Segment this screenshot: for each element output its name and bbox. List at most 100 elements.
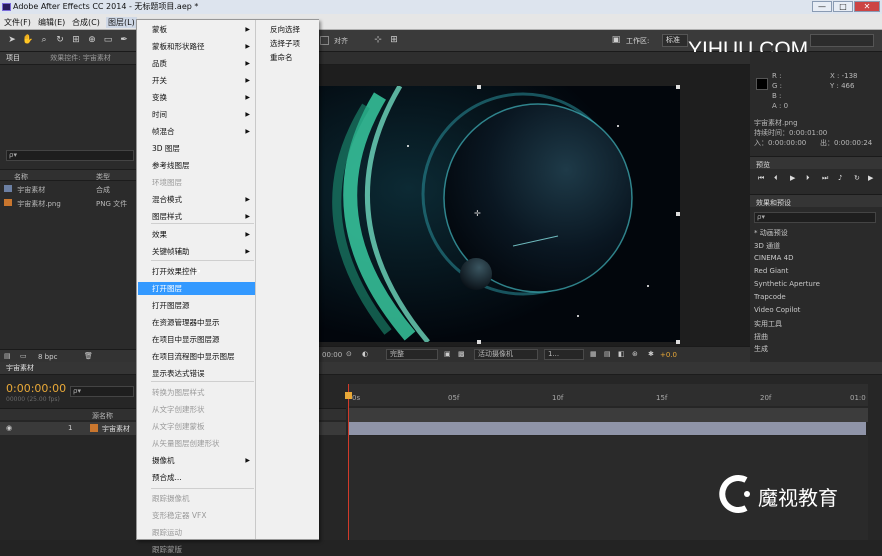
color-channel-icon[interactable]: ◐ bbox=[362, 350, 368, 358]
effects-category[interactable]: Red Giant bbox=[754, 267, 788, 275]
menu-item[interactable]: 关键帧辅助 ▶ bbox=[138, 245, 255, 258]
next-frame-icon[interactable]: ⏵ bbox=[806, 174, 810, 183]
flowchart-icon[interactable]: ⊛ bbox=[632, 350, 638, 358]
play-icon[interactable]: ▶ bbox=[790, 174, 795, 182]
menu-item-rename[interactable]: 重命名 bbox=[270, 51, 293, 64]
tab-composition[interactable]: 宇宙素材 bbox=[0, 364, 34, 372]
menu-item[interactable]: 品质 ▶ bbox=[138, 57, 255, 70]
pen-tool-icon[interactable]: ✒ bbox=[118, 34, 130, 46]
first-frame-icon[interactable]: ⏮ bbox=[758, 174, 764, 183]
menu-item[interactable]: 显示表达式错误 bbox=[138, 367, 255, 380]
anchor-point-icon[interactable]: ✛ bbox=[474, 209, 481, 218]
current-time-indicator[interactable] bbox=[348, 384, 349, 540]
effects-category[interactable]: CINEMA 4D bbox=[754, 254, 794, 262]
zoom-tool-icon[interactable]: ⌕ bbox=[38, 34, 50, 46]
snap-grid-icon[interactable]: ⊞ bbox=[388, 34, 400, 46]
transform-handle[interactable] bbox=[676, 212, 680, 216]
audio-icon[interactable]: ♪ bbox=[838, 174, 842, 182]
workspace-select[interactable]: 标准 bbox=[662, 34, 688, 47]
menu-item[interactable]: 摄像机 ▶ bbox=[138, 454, 255, 467]
menu-item[interactable]: 打开图层源 bbox=[138, 299, 255, 312]
menu-item[interactable]: 蒙板 ▶ bbox=[138, 23, 255, 36]
monitor-icon[interactable]: ▣ bbox=[610, 34, 622, 46]
exposure-value[interactable]: +0.0 bbox=[660, 351, 677, 359]
close-button[interactable]: ✕ bbox=[854, 1, 880, 12]
layer-name[interactable]: 宇宙素材 bbox=[102, 424, 130, 434]
menu-item[interactable]: 预合成... bbox=[138, 471, 255, 484]
view-layout-select[interactable]: 1... bbox=[544, 349, 584, 360]
menu-layer[interactable]: 图层(L) bbox=[106, 17, 137, 28]
menu-item[interactable]: 效果 ▶ bbox=[138, 228, 255, 241]
column-name[interactable]: 名称 bbox=[14, 172, 28, 182]
camera-select[interactable]: 活动摄像机 bbox=[474, 349, 538, 360]
time-ruler[interactable]: 0s 05f 10f 15f 20f 01:0 bbox=[348, 384, 868, 406]
transform-handle[interactable] bbox=[676, 85, 680, 89]
list-item[interactable]: 宇宙素材.png bbox=[4, 199, 61, 209]
snap-options-icon[interactable]: ⊹ bbox=[372, 34, 384, 46]
rotate-tool-icon[interactable]: ↻ bbox=[54, 34, 66, 46]
tab-effect-controls[interactable]: 效果控件: 宇宙素材 bbox=[22, 54, 111, 62]
source-name-column[interactable]: 源名称 bbox=[92, 411, 113, 421]
current-time-display[interactable]: 0:00:00:00 bbox=[6, 382, 66, 395]
minimize-button[interactable]: — bbox=[812, 1, 832, 12]
exposure-reset-icon[interactable]: ✱ bbox=[648, 350, 654, 358]
loop-icon[interactable]: ↻ bbox=[854, 174, 860, 182]
resolution-select[interactable]: 完整 bbox=[386, 349, 438, 360]
menu-file[interactable]: 文件(F) bbox=[4, 17, 31, 28]
new-folder-icon[interactable]: ▭ bbox=[20, 352, 27, 360]
selection-tool-icon[interactable]: ➤ bbox=[6, 34, 18, 46]
menu-item[interactable]: 时间 ▶ bbox=[138, 108, 255, 121]
bit-depth-label[interactable]: 8 bpc bbox=[38, 353, 57, 361]
effects-category[interactable]: 实用工具 bbox=[754, 319, 782, 329]
tab-project[interactable]: 项目 bbox=[0, 54, 20, 62]
effects-category[interactable]: 3D 通道 bbox=[754, 241, 780, 251]
timeline-search-input[interactable]: ρ▾ bbox=[70, 386, 134, 397]
effects-category[interactable]: 生成 bbox=[754, 344, 768, 354]
list-item[interactable]: 宇宙素材 bbox=[4, 185, 45, 195]
playhead-handle[interactable] bbox=[345, 392, 352, 399]
timeline-icon[interactable]: ◧ bbox=[618, 350, 625, 358]
snap-checkbox[interactable] bbox=[320, 36, 329, 45]
maximize-button[interactable]: □ bbox=[833, 1, 853, 12]
interpret-footage-icon[interactable]: ▤ bbox=[4, 352, 11, 360]
menu-composition[interactable]: 合成(C) bbox=[72, 17, 100, 28]
project-search-input[interactable]: ρ▾ bbox=[6, 150, 134, 161]
menu-item-invert-selection[interactable]: 反向选择 bbox=[270, 23, 300, 36]
menu-item[interactable]: 帧混合 ▶ bbox=[138, 125, 255, 138]
menu-item[interactable]: 变换 ▶ bbox=[138, 91, 255, 104]
effects-category[interactable]: 扭曲 bbox=[754, 332, 768, 342]
tab-preview[interactable]: 预览 bbox=[756, 160, 770, 170]
menu-item-select-children[interactable]: 选择子项 bbox=[270, 37, 300, 50]
rectangle-tool-icon[interactable]: ▭ bbox=[102, 34, 114, 46]
menu-edit[interactable]: 编辑(E) bbox=[38, 17, 65, 28]
effects-category[interactable]: Trapcode bbox=[754, 293, 786, 301]
snapshot-icon[interactable]: ⊙ bbox=[346, 350, 352, 358]
layer-duration-bar[interactable] bbox=[348, 422, 866, 435]
tab-effects-presets[interactable]: 效果和预设 bbox=[756, 198, 791, 208]
menu-item[interactable]: 在项目流程图中显示图层 bbox=[138, 350, 255, 363]
effects-category[interactable]: Video Copilot bbox=[754, 306, 800, 314]
prev-frame-icon[interactable]: ⏴ bbox=[774, 174, 778, 183]
transform-handle[interactable] bbox=[477, 340, 481, 344]
effects-category[interactable]: * 动画预设 bbox=[754, 228, 788, 238]
hand-tool-icon[interactable]: ✋ bbox=[22, 34, 34, 46]
menu-item[interactable]: 开关 ▶ bbox=[138, 74, 255, 87]
timecode-display[interactable]: 00:00 bbox=[322, 351, 342, 359]
menu-item[interactable]: 图层样式 ▶ bbox=[138, 210, 255, 223]
transform-handle[interactable] bbox=[676, 340, 680, 344]
effects-category[interactable]: Synthetic Aperture bbox=[754, 280, 820, 288]
menu-item[interactable]: 蒙板和形状路径 ▶ bbox=[138, 40, 255, 53]
menu-item[interactable]: 参考线图层 bbox=[138, 159, 255, 172]
last-frame-icon[interactable]: ⏭ bbox=[822, 174, 828, 183]
work-area-bar[interactable] bbox=[348, 408, 868, 422]
menu-item[interactable]: 在资源管理器中显示 bbox=[138, 316, 255, 329]
menu-item[interactable]: 打开图层 bbox=[138, 282, 255, 295]
fast-preview-icon[interactable]: ▤ bbox=[604, 350, 611, 358]
camera-tool-icon[interactable]: ⊞ bbox=[70, 34, 82, 46]
menu-item[interactable]: 混合模式 ▶ bbox=[138, 193, 255, 206]
composition-viewer[interactable] bbox=[318, 86, 680, 342]
menu-item[interactable]: 3D 图层 bbox=[138, 142, 255, 155]
column-type[interactable]: 类型 bbox=[96, 172, 110, 182]
ram-preview-icon[interactable]: ▶ bbox=[868, 174, 873, 182]
trash-icon[interactable]: 🗑 bbox=[84, 352, 93, 360]
